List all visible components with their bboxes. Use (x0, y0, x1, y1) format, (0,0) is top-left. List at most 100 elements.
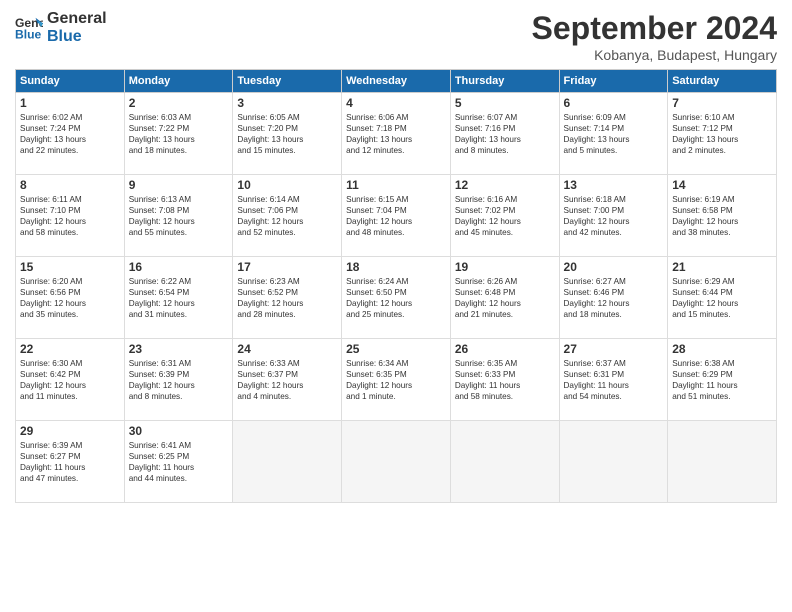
calendar-cell: 18 Sunrise: 6:24 AMSunset: 6:50 PMDayligh… (342, 257, 451, 339)
cell-info: Sunrise: 6:05 AMSunset: 7:20 PMDaylight:… (237, 112, 337, 156)
week-row-2: 15 Sunrise: 6:20 AMSunset: 6:56 PMDayligh… (16, 257, 777, 339)
header: General Blue General Blue September 2024… (15, 10, 777, 63)
col-header-sunday: Sunday (16, 70, 125, 93)
calendar-cell: 13Sunrise: 6:18 AMSunset: 7:00 PMDayligh… (559, 175, 668, 257)
logo-general: General (47, 10, 107, 28)
logo-icon: General Blue (15, 14, 43, 42)
day-number: 28 (672, 342, 772, 356)
week-row-4: 29 Sunrise: 6:39 AMSunset: 6:27 PMDayligh… (16, 421, 777, 503)
calendar-cell: 26 Sunrise: 6:35 AMSunset: 6:33 PMDayligh… (450, 339, 559, 421)
week-row-1: 8Sunrise: 6:11 AMSunset: 7:10 PMDaylight… (16, 175, 777, 257)
calendar-cell: 20 Sunrise: 6:27 AMSunset: 6:46 PMDayligh… (559, 257, 668, 339)
day-number: 29 (20, 424, 120, 438)
calendar-cell: 23Sunrise: 6:31 AMSunset: 6:39 PMDayligh… (124, 339, 233, 421)
cell-info: Sunrise: 6:07 AMSunset: 7:16 PMDaylight:… (455, 112, 555, 156)
week-row-0: 1 Sunrise: 6:02 AMSunset: 7:24 PMDaylight… (16, 93, 777, 175)
calendar-cell: 3 Sunrise: 6:05 AMSunset: 7:20 PMDaylight… (233, 93, 342, 175)
day-number: 18 (346, 260, 446, 274)
cell-info: Sunrise: 6:35 AMSunset: 6:33 PMDaylight:… (455, 358, 555, 402)
cell-info: Sunrise: 6:38 AMSunset: 6:29 PMDaylight:… (672, 358, 772, 402)
logo: General Blue General Blue (15, 10, 107, 45)
day-number: 27 (564, 342, 664, 356)
calendar-cell: 28 Sunrise: 6:38 AMSunset: 6:29 PMDayligh… (668, 339, 777, 421)
cell-info: Sunrise: 6:14 AMSunset: 7:06 PMDaylight:… (237, 194, 337, 238)
calendar-cell: 21 Sunrise: 6:29 AMSunset: 6:44 PMDayligh… (668, 257, 777, 339)
day-number: 15 (20, 260, 120, 274)
calendar-cell: 10 Sunrise: 6:14 AMSunset: 7:06 PMDayligh… (233, 175, 342, 257)
calendar-cell: 25Sunrise: 6:34 AMSunset: 6:35 PMDayligh… (342, 339, 451, 421)
cell-info: Sunrise: 6:19 AMSunset: 6:58 PMDaylight:… (672, 194, 772, 238)
cell-info: Sunrise: 6:29 AMSunset: 6:44 PMDaylight:… (672, 276, 772, 320)
cell-info: Sunrise: 6:03 AMSunset: 7:22 PMDaylight:… (129, 112, 229, 156)
calendar-cell: 27 Sunrise: 6:37 AMSunset: 6:31 PMDayligh… (559, 339, 668, 421)
calendar-cell: 8Sunrise: 6:11 AMSunset: 7:10 PMDaylight… (16, 175, 125, 257)
page: General Blue General Blue September 2024… (0, 0, 792, 612)
calendar-cell: 17Sunrise: 6:23 AMSunset: 6:52 PMDayligh… (233, 257, 342, 339)
calendar-cell (342, 421, 451, 503)
calendar-cell: 1 Sunrise: 6:02 AMSunset: 7:24 PMDaylight… (16, 93, 125, 175)
month-title: September 2024 (532, 10, 777, 47)
day-number: 14 (672, 178, 772, 192)
calendar-cell: 9 Sunrise: 6:13 AMSunset: 7:08 PMDaylight… (124, 175, 233, 257)
day-number: 30 (129, 424, 229, 438)
calendar-cell: 5 Sunrise: 6:07 AMSunset: 7:16 PMDaylight… (450, 93, 559, 175)
day-number: 25 (346, 342, 446, 356)
calendar-cell: 29 Sunrise: 6:39 AMSunset: 6:27 PMDayligh… (16, 421, 125, 503)
calendar-cell (233, 421, 342, 503)
cell-info: Sunrise: 6:30 AMSunset: 6:42 PMDaylight:… (20, 358, 120, 402)
col-header-friday: Friday (559, 70, 668, 93)
calendar-cell: 19 Sunrise: 6:26 AMSunset: 6:48 PMDayligh… (450, 257, 559, 339)
week-row-3: 22Sunrise: 6:30 AMSunset: 6:42 PMDayligh… (16, 339, 777, 421)
day-number: 1 (20, 96, 120, 110)
col-header-saturday: Saturday (668, 70, 777, 93)
day-number: 11 (346, 178, 446, 192)
cell-info: Sunrise: 6:06 AMSunset: 7:18 PMDaylight:… (346, 112, 446, 156)
cell-info: Sunrise: 6:02 AMSunset: 7:24 PMDaylight:… (20, 112, 120, 156)
day-number: 19 (455, 260, 555, 274)
col-header-thursday: Thursday (450, 70, 559, 93)
calendar-cell: 24Sunrise: 6:33 AMSunset: 6:37 PMDayligh… (233, 339, 342, 421)
day-number: 5 (455, 96, 555, 110)
calendar-cell: 2 Sunrise: 6:03 AMSunset: 7:22 PMDaylight… (124, 93, 233, 175)
cell-info: Sunrise: 6:27 AMSunset: 6:46 PMDaylight:… (564, 276, 664, 320)
day-number: 24 (237, 342, 337, 356)
day-number: 16 (129, 260, 229, 274)
day-number: 10 (237, 178, 337, 192)
day-number: 4 (346, 96, 446, 110)
cell-info: Sunrise: 6:22 AMSunset: 6:54 PMDaylight:… (129, 276, 229, 320)
cell-info: Sunrise: 6:39 AMSunset: 6:27 PMDaylight:… (20, 440, 120, 484)
day-number: 9 (129, 178, 229, 192)
col-header-tuesday: Tuesday (233, 70, 342, 93)
calendar-cell: 16 Sunrise: 6:22 AMSunset: 6:54 PMDayligh… (124, 257, 233, 339)
svg-text:Blue: Blue (15, 27, 42, 41)
day-number: 17 (237, 260, 337, 274)
col-header-monday: Monday (124, 70, 233, 93)
cell-info: Sunrise: 6:15 AMSunset: 7:04 PMDaylight:… (346, 194, 446, 238)
day-number: 12 (455, 178, 555, 192)
calendar-table: SundayMondayTuesdayWednesdayThursdayFrid… (15, 69, 777, 503)
day-number: 20 (564, 260, 664, 274)
cell-info: Sunrise: 6:24 AMSunset: 6:50 PMDaylight:… (346, 276, 446, 320)
cell-info: Sunrise: 6:31 AMSunset: 6:39 PMDaylight:… (129, 358, 229, 402)
day-number: 21 (672, 260, 772, 274)
day-number: 6 (564, 96, 664, 110)
calendar-cell: 6Sunrise: 6:09 AMSunset: 7:14 PMDaylight… (559, 93, 668, 175)
cell-info: Sunrise: 6:18 AMSunset: 7:00 PMDaylight:… (564, 194, 664, 238)
cell-info: Sunrise: 6:26 AMSunset: 6:48 PMDaylight:… (455, 276, 555, 320)
calendar-body: 1 Sunrise: 6:02 AMSunset: 7:24 PMDaylight… (16, 93, 777, 503)
cell-info: Sunrise: 6:13 AMSunset: 7:08 PMDaylight:… (129, 194, 229, 238)
day-number: 3 (237, 96, 337, 110)
cell-info: Sunrise: 6:41 AMSunset: 6:25 PMDaylight:… (129, 440, 229, 484)
calendar-cell (559, 421, 668, 503)
calendar-cell: 11 Sunrise: 6:15 AMSunset: 7:04 PMDayligh… (342, 175, 451, 257)
cell-info: Sunrise: 6:11 AMSunset: 7:10 PMDaylight:… (20, 194, 120, 238)
cell-info: Sunrise: 6:20 AMSunset: 6:56 PMDaylight:… (20, 276, 120, 320)
cell-info: Sunrise: 6:10 AMSunset: 7:12 PMDaylight:… (672, 112, 772, 156)
day-number: 26 (455, 342, 555, 356)
day-number: 7 (672, 96, 772, 110)
calendar-cell: 22Sunrise: 6:30 AMSunset: 6:42 PMDayligh… (16, 339, 125, 421)
calendar-cell: 15 Sunrise: 6:20 AMSunset: 6:56 PMDayligh… (16, 257, 125, 339)
cell-info: Sunrise: 6:37 AMSunset: 6:31 PMDaylight:… (564, 358, 664, 402)
cell-info: Sunrise: 6:16 AMSunset: 7:02 PMDaylight:… (455, 194, 555, 238)
day-number: 2 (129, 96, 229, 110)
